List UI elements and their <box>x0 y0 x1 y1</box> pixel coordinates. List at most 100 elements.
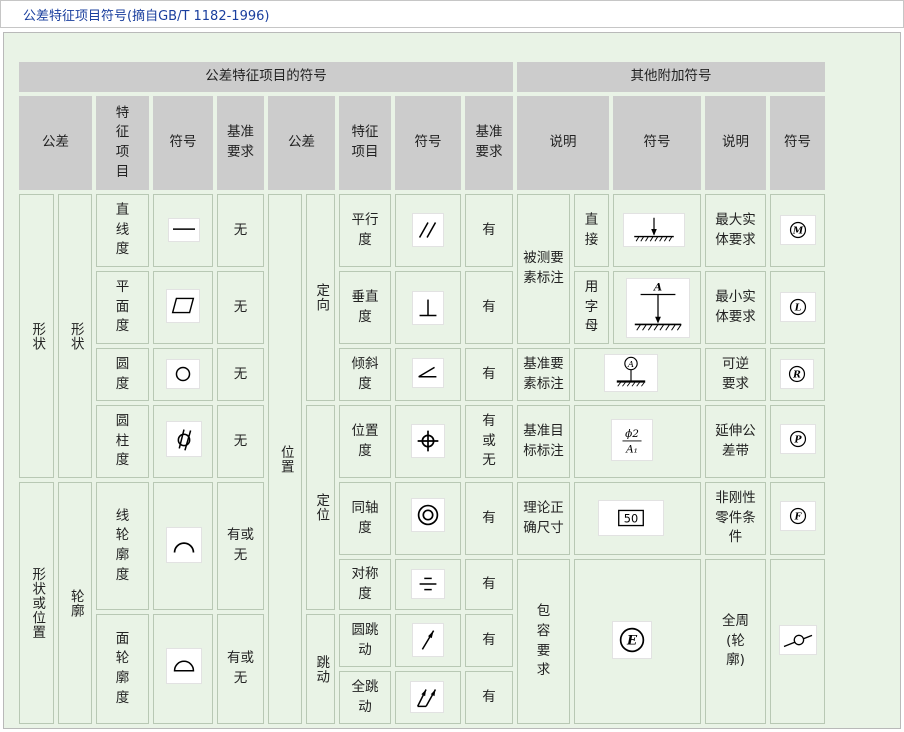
measured-direct-icon <box>623 213 685 247</box>
cylindricity-icon <box>166 421 202 457</box>
header-symbol-1: 符号 <box>153 96 213 190</box>
datum-symmetry: 有 <box>465 559 513 610</box>
measured-letter-text: A <box>653 281 662 294</box>
measured-letter-icon: A <box>626 278 690 338</box>
theoretical-value: 50 <box>624 512 638 526</box>
envelope-letter: E <box>626 634 638 649</box>
datum-surface-profile: 有或无 <box>217 614 264 724</box>
datum-target-bottom: A₁ <box>625 443 638 455</box>
all-around-icon <box>779 625 817 655</box>
straightness-icon <box>168 218 200 242</box>
flatness-icon <box>166 289 200 323</box>
reciprocity-letter: R <box>792 370 801 381</box>
feature-position: 位置度 <box>339 405 391 478</box>
datum-cylindricity: 无 <box>217 405 264 478</box>
desc-free-state: 非刚性零件条件 <box>705 482 766 555</box>
desc-reciprocity: 可逆要求 <box>705 348 766 401</box>
min-material-letter: L <box>794 303 802 314</box>
max-material-letter: M <box>792 226 804 237</box>
line-profile-icon <box>166 527 202 563</box>
datum-angularity: 有 <box>465 348 513 401</box>
datum-concentricity: 有 <box>465 482 513 555</box>
header-datum-1: 基准要求 <box>217 96 264 190</box>
subgroup-orientation-label: 定向 <box>313 283 330 312</box>
feature-perpendicularity: 垂直度 <box>339 271 391 344</box>
desc-datum-feature: 基准要素标注 <box>517 348 570 401</box>
concentricity-icon <box>411 498 445 532</box>
header-desc-1: 说明 <box>517 96 609 190</box>
datum-line-profile: 有或无 <box>217 482 264 610</box>
desc-by-letter: 用字母 <box>574 271 609 344</box>
feature-total-runout: 全跳动 <box>339 671 391 724</box>
desc-projected-zone: 延伸公差带 <box>705 405 766 478</box>
header-symbol-4: 符号 <box>770 96 825 190</box>
subgroup-runout-label: 跳动 <box>313 654 330 684</box>
header-feature-1: 特征项目 <box>96 96 149 190</box>
reciprocity-icon: R <box>780 359 814 389</box>
max-material-icon: M <box>780 215 816 245</box>
feature-flatness: 平面度 <box>96 271 149 344</box>
projected-zone-letter: P <box>793 435 802 446</box>
datum-straightness: 无 <box>217 194 264 267</box>
envelope-icon: E <box>612 621 652 659</box>
desc-theoretical-dimension: 理论正确尺寸 <box>517 482 570 555</box>
roundness-icon <box>166 359 200 389</box>
desc-min-material: 最小实体要求 <box>705 271 766 344</box>
free-state-icon: F <box>780 501 816 531</box>
datum-parallelism: 有 <box>465 194 513 267</box>
datum-flatness: 无 <box>217 271 264 344</box>
datum-target-top: ϕ2 <box>625 428 639 440</box>
subgroup-form-label: 形状 <box>67 321 84 351</box>
datum-total-runout: 有 <box>465 671 513 724</box>
desc-datum-target: 基准目标标注 <box>517 405 570 478</box>
subgroup-form: 形状 <box>58 194 92 478</box>
desc-direct: 直接 <box>574 194 609 267</box>
free-state-letter: F <box>794 512 803 523</box>
datum-position: 有或无 <box>465 405 513 478</box>
datum-feature-icon: A <box>604 354 658 392</box>
feature-line-profile: 线轮廓度 <box>96 482 149 610</box>
circular-runout-icon <box>412 623 444 657</box>
min-material-icon: L <box>780 292 816 322</box>
header-left-group: 公差特征项目的符号 <box>19 62 513 92</box>
perpendicularity-icon <box>412 291 444 325</box>
datum-perpendicularity: 有 <box>465 271 513 344</box>
feature-circular-runout: 圆跳动 <box>339 614 391 667</box>
symmetry-icon <box>411 569 445 599</box>
feature-straightness: 直线度 <box>96 194 149 267</box>
group-position: 位置 <box>268 194 302 724</box>
header-feature-2: 特征项目 <box>339 96 391 190</box>
feature-angularity: 倾斜度 <box>339 348 391 401</box>
angularity-icon <box>412 358 444 388</box>
group-form-or-position: 形状或位置 <box>19 482 54 724</box>
projected-zone-icon: P <box>780 424 816 454</box>
feature-symmetry: 对称度 <box>339 559 391 610</box>
feature-cylindricity: 圆柱度 <box>96 405 149 478</box>
group-form-label: 形状 <box>29 321 46 351</box>
datum-feature-letter: A <box>627 360 634 370</box>
header-tolerance-1: 公差 <box>19 96 92 190</box>
feature-parallelism: 平行度 <box>339 194 391 267</box>
header-desc-2: 说明 <box>705 96 766 190</box>
surface-profile-icon <box>166 648 202 684</box>
total-runout-icon <box>410 681 444 713</box>
subgroup-runout: 跳动 <box>306 614 335 724</box>
position-icon <box>411 424 445 458</box>
title-bar: 公差特征项目符号(摘自GB/T 1182-1996) <box>0 0 904 28</box>
datum-roundness: 无 <box>217 348 264 401</box>
subgroup-location-label: 定位 <box>313 493 330 522</box>
header-right-group: 其他附加符号 <box>517 62 825 92</box>
desc-measured-feature: 被测要素标注 <box>517 194 570 344</box>
feature-roundness: 圆度 <box>96 348 149 401</box>
group-form-or-position-label: 形状或位置 <box>29 566 46 640</box>
page-title: 公差特征项目符号(摘自GB/T 1182-1996) <box>23 9 270 24</box>
desc-envelope: 包容要求 <box>517 559 570 724</box>
group-form: 形状 <box>19 194 54 478</box>
subgroup-location: 定位 <box>306 405 335 610</box>
subgroup-profile: 轮廓 <box>58 482 92 724</box>
subgroup-orientation: 定向 <box>306 194 335 401</box>
feature-concentricity: 同轴度 <box>339 482 391 555</box>
parallelism-icon <box>412 213 444 247</box>
datum-circular-runout: 有 <box>465 614 513 667</box>
header-symbol-3: 符号 <box>613 96 701 190</box>
